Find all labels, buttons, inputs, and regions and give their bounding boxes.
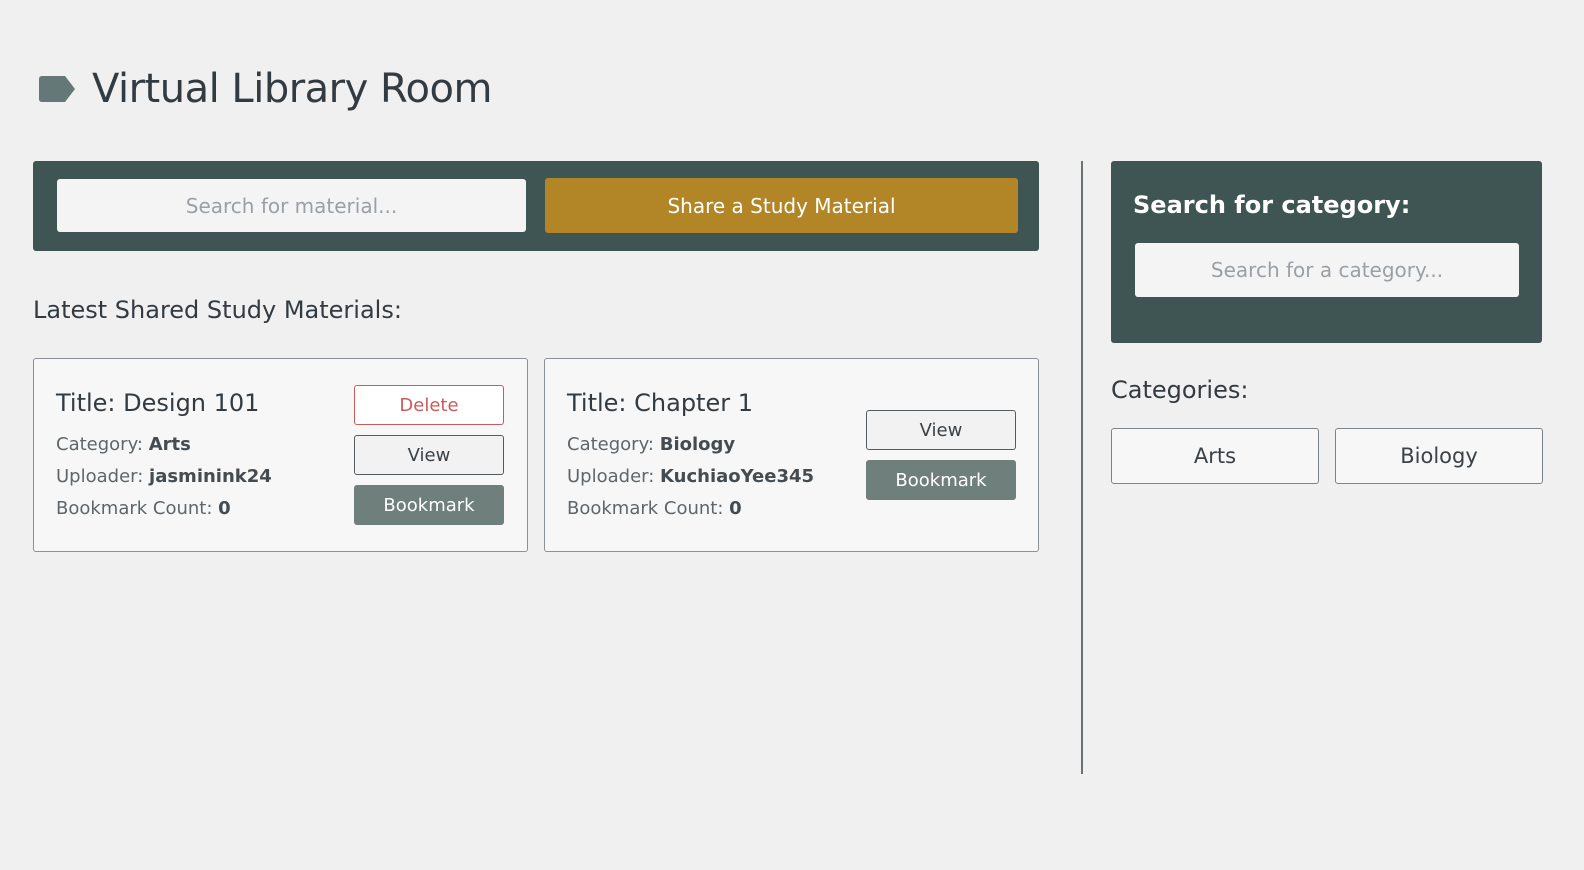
- categories-heading: Categories:: [1111, 376, 1249, 404]
- category-chip-biology[interactable]: Biology: [1335, 428, 1543, 484]
- material-uploader: Uploader: KuchiaoYee345: [567, 466, 814, 487]
- material-toolbar: Share a Study Material: [33, 161, 1039, 251]
- category-chip-arts[interactable]: Arts: [1111, 428, 1319, 484]
- material-category: Category: Arts: [56, 434, 191, 455]
- material-uploader: Uploader: jasminink24: [56, 466, 272, 487]
- search-category-input[interactable]: [1135, 243, 1519, 297]
- bookmark-count-value: 0: [729, 498, 742, 519]
- uploader-value: jasminink24: [149, 466, 272, 487]
- search-material-input[interactable]: [57, 179, 526, 232]
- vertical-divider: [1081, 161, 1083, 774]
- material-card: Title: Design 101 Category: Arts Uploade…: [33, 358, 528, 552]
- material-card: Title: Chapter 1 Category: Biology Uploa…: [544, 358, 1039, 552]
- page-header: Virtual Library Room: [38, 66, 492, 112]
- material-bookmark-count: Bookmark Count: 0: [56, 498, 231, 519]
- latest-materials-heading: Latest Shared Study Materials:: [33, 296, 402, 324]
- uploader-label: Uploader:: [56, 466, 144, 487]
- uploader-label: Uploader:: [567, 466, 655, 487]
- category-search-label: Search for category:: [1133, 191, 1411, 219]
- page-title: Virtual Library Room: [92, 66, 492, 112]
- material-title: Title: Design 101: [56, 389, 260, 417]
- category-search-panel: Search for category:: [1111, 161, 1542, 343]
- share-material-button[interactable]: Share a Study Material: [545, 178, 1018, 233]
- category-label: Category:: [56, 434, 143, 455]
- view-button[interactable]: View: [866, 410, 1016, 450]
- uploader-value: KuchiaoYee345: [660, 466, 815, 487]
- bookmark-count-label: Bookmark Count:: [567, 498, 724, 519]
- material-category: Category: Biology: [567, 434, 735, 455]
- material-title: Title: Chapter 1: [567, 389, 753, 417]
- bookmark-button[interactable]: Bookmark: [354, 485, 504, 525]
- view-button[interactable]: View: [354, 435, 504, 475]
- material-bookmark-count: Bookmark Count: 0: [567, 498, 742, 519]
- category-label: Category:: [567, 434, 654, 455]
- bookmark-button[interactable]: Bookmark: [866, 460, 1016, 500]
- tag-icon: [39, 76, 75, 102]
- category-value: Biology: [659, 434, 736, 455]
- category-value: Arts: [148, 434, 191, 455]
- bookmark-count-value: 0: [218, 498, 231, 519]
- delete-button[interactable]: Delete: [354, 385, 504, 425]
- bookmark-count-label: Bookmark Count:: [56, 498, 213, 519]
